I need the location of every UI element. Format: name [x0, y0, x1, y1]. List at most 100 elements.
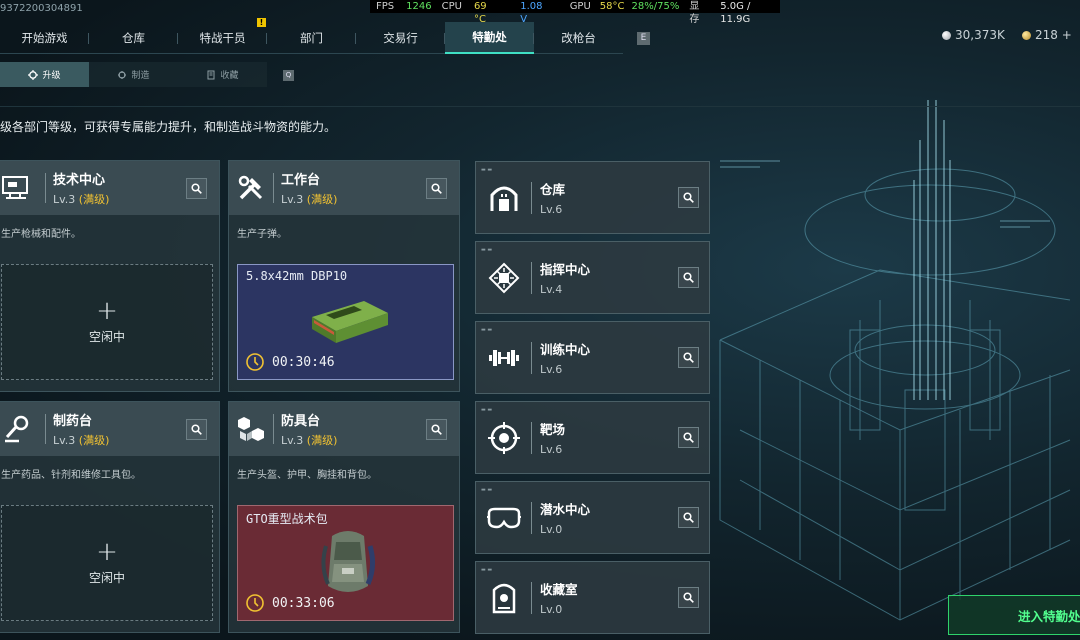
- gear-up-icon: [28, 69, 39, 80]
- card-tag: ▬ ▬: [481, 487, 493, 493]
- idle-label: 空闲中: [88, 329, 125, 344]
- timer-icon: [246, 594, 264, 612]
- fps-value: 1246: [406, 1, 432, 12]
- card-level: Lv.0: [540, 523, 563, 536]
- production-timer: 00:33:06: [272, 596, 335, 611]
- card-title: 工作台: [281, 173, 321, 188]
- plus-icon: +: [96, 295, 118, 326]
- gold-amount: 218 +: [1035, 28, 1072, 42]
- search-icon[interactable]: [186, 178, 207, 199]
- wrench-icon: [118, 70, 127, 79]
- subtab-craft-label: 制造: [131, 71, 150, 81]
- tab-trade[interactable]: 交易行: [356, 22, 445, 54]
- gpu-label: GPU: [569, 1, 591, 12]
- gold-coin-icon: [1022, 30, 1031, 40]
- production-slot[interactable]: GTO重型战术包 00:33:06: [237, 505, 454, 621]
- card-command-center[interactable]: ▬ ▬ 指挥中心 Lv.4: [475, 241, 710, 314]
- card-tag: ▬ ▬: [481, 327, 493, 333]
- production-slot[interactable]: 5.8x42mm DBP10 00:30:46: [237, 264, 454, 380]
- search-icon[interactable]: [426, 419, 447, 440]
- fps-label: FPS: [376, 1, 395, 12]
- key-hint-e: E: [637, 32, 650, 45]
- divider: [0, 106, 1080, 107]
- tab-start-game[interactable]: 开始游戏: [0, 22, 89, 54]
- card-level: Lv.0: [540, 603, 563, 616]
- card-description: 生产药品、针剂和维修工具包。: [1, 470, 141, 481]
- gold-currency[interactable]: 218 +: [1022, 28, 1072, 42]
- tab-gunsmith[interactable]: 改枪台: [534, 22, 623, 54]
- cpu-temp: 69 °C: [473, 1, 487, 25]
- card-pharmacy[interactable]: 制药台 Lv.3 (满级) 生产药品、针剂和维修工具包。 + 空闲中: [0, 401, 220, 633]
- plus-icon: +: [96, 536, 118, 567]
- tab-special-ops[interactable]: 特勤处: [445, 22, 534, 54]
- silver-currency[interactable]: 30,373K: [942, 28, 1005, 42]
- subtab-craft[interactable]: 制造: [89, 62, 178, 87]
- production-timer: 00:30:46: [272, 355, 335, 370]
- card-title: 防具台: [281, 414, 321, 429]
- card-tag: ▬ ▬: [481, 567, 493, 573]
- tab-operators[interactable]: 特战干员: [178, 22, 267, 54]
- sub-nav: 升级 制造 收藏: [0, 62, 267, 87]
- silver-amount: 30,373K: [955, 28, 1005, 42]
- subtab-upgrade[interactable]: 升级: [0, 62, 89, 87]
- card-title: 收藏室: [540, 582, 578, 597]
- card-title: 技术中心: [53, 173, 106, 188]
- search-icon[interactable]: [426, 178, 447, 199]
- cpu-label: CPU: [441, 1, 462, 12]
- card-title: 靶场: [540, 422, 566, 437]
- tab-warehouse[interactable]: 仓库: [89, 22, 178, 54]
- card-armor-bench[interactable]: 防具台 Lv.3 (满级) 生产头盔、护甲、胸挂和背包。 GTO重型战术包 00…: [228, 401, 460, 633]
- card-max-badge: (满级): [78, 193, 110, 206]
- search-icon[interactable]: [678, 427, 699, 448]
- card-collection-room[interactable]: ▬ ▬ 收藏室 Lv.0: [475, 561, 710, 634]
- gpu-temp: 58°C: [599, 1, 625, 12]
- card-level: Lv.3: [53, 193, 76, 206]
- search-icon[interactable]: [678, 507, 699, 528]
- performance-overlay: FPS 1246 CPU 69 °C 1.08 V GPU 58°C 28%/7…: [370, 0, 780, 25]
- page-description: 级各部门等级，可获得专属能力提升，和制造战斗物资的能力。: [0, 120, 337, 134]
- card-tag: ▬ ▬: [481, 247, 493, 253]
- card-max-badge: (满级): [78, 434, 110, 447]
- idle-slot[interactable]: + 空闲中: [1, 264, 213, 380]
- card-title: 仓库: [540, 182, 566, 197]
- card-level: Lv.3: [53, 434, 76, 447]
- card-shooting-range[interactable]: ▬ ▬ 靶场 Lv.6: [475, 401, 710, 474]
- search-icon[interactable]: [678, 587, 699, 608]
- top-nav: 开始游戏 仓库 特战干员 部门 交易行 特勤处 改枪台: [0, 22, 623, 54]
- card-title: 训练中心: [540, 342, 591, 357]
- vram-value: 5.0G / 11.9G: [720, 1, 751, 25]
- search-icon[interactable]: [678, 347, 699, 368]
- card-workbench[interactable]: 工作台 Lv.3 (满级) 生产子弹。 5.8x42mm DBP10 00:30…: [228, 160, 460, 392]
- notification-badge: !: [257, 18, 266, 27]
- backpack-icon: [321, 531, 376, 592]
- card-training-center[interactable]: ▬ ▬ 训练中心 Lv.6: [475, 321, 710, 394]
- tab-departments[interactable]: 部门: [267, 22, 356, 54]
- production-item-name: GTO重型战术包: [246, 512, 328, 526]
- subtab-collection-label: 收藏: [220, 71, 239, 81]
- idle-slot[interactable]: + 空闲中: [1, 505, 213, 621]
- card-tech-center[interactable]: 技术中心 Lv.3 (满级) 生产枪械和配件。 + 空闲中: [0, 160, 220, 392]
- enter-special-ops-button[interactable]: 进入特勤处: [948, 595, 1080, 635]
- card-level: Lv.6: [540, 363, 563, 376]
- card-diving-center[interactable]: ▬ ▬ 潜水中心 Lv.0: [475, 481, 710, 554]
- search-icon[interactable]: [186, 419, 207, 440]
- card-level: Lv.4: [540, 283, 563, 296]
- vram-label: 显存: [689, 1, 700, 25]
- card-max-badge: (满级): [306, 193, 338, 206]
- card-level: Lv.3: [281, 193, 304, 206]
- card-description: 生产子弹。: [237, 229, 287, 240]
- gpu-load: 28%/75%: [631, 1, 680, 12]
- silver-coin-icon: [942, 30, 951, 40]
- key-hint-q: Q: [283, 70, 294, 81]
- timer-icon: [246, 353, 264, 371]
- card-description: 生产头盔、护甲、胸挂和背包。: [237, 470, 377, 481]
- card-title: 指挥中心: [540, 262, 591, 277]
- card-warehouse[interactable]: ▬ ▬ 仓库 Lv.6: [475, 161, 710, 234]
- card-title: 潜水中心: [540, 502, 591, 517]
- production-item-name: 5.8x42mm DBP10: [246, 269, 348, 283]
- armor-bench-icon: [229, 402, 273, 456]
- search-icon[interactable]: [678, 187, 699, 208]
- card-max-badge: (满级): [306, 434, 338, 447]
- subtab-collection[interactable]: 收藏: [178, 62, 267, 87]
- search-icon[interactable]: [678, 267, 699, 288]
